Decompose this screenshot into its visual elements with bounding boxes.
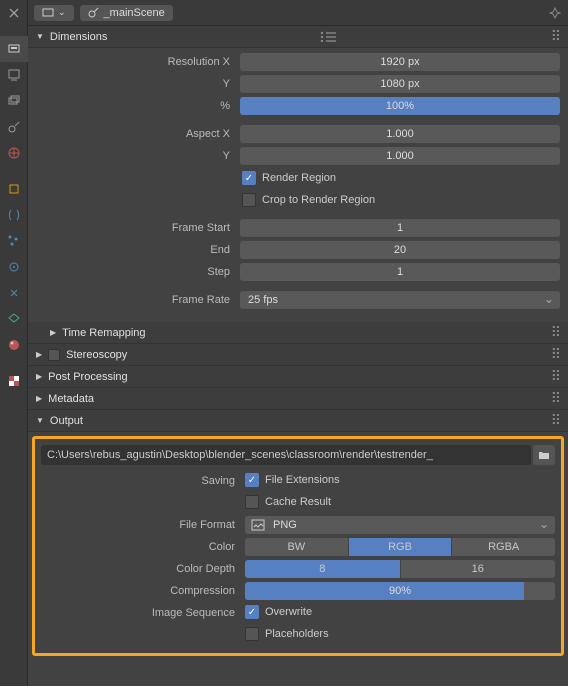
physics-tab-icon[interactable] [0, 254, 28, 280]
panel-time-remapping-header[interactable]: ▶ Time Remapping ⠿ [28, 322, 568, 344]
scene-name: _mainScene [104, 7, 165, 19]
disclosure-icon[interactable]: ▼ [36, 416, 44, 425]
label: Step [36, 266, 236, 278]
resolution-y-field[interactable]: 1080 px [240, 75, 560, 93]
cache-result-label: Cache Result [265, 496, 331, 508]
panel-metadata-header[interactable]: ▶ Metadata ⠿ [28, 388, 568, 410]
folder-icon [537, 448, 551, 462]
render-region-label: Render Region [262, 172, 336, 184]
render-region-checkbox[interactable]: ✓ [242, 171, 256, 185]
label: Resolution X [36, 56, 236, 68]
file-extensions-checkbox[interactable]: ✓ [245, 473, 259, 487]
modifier-tab-icon[interactable] [0, 202, 28, 228]
disclosure-icon[interactable]: ▶ [36, 350, 42, 359]
color-depth-segmented[interactable]: 8 16 [245, 560, 555, 578]
panel-dimensions-header[interactable]: ▼ Dimensions ⠿ [28, 26, 568, 48]
render-tab-icon[interactable] [0, 36, 28, 62]
panel-post-processing-header[interactable]: ▶ Post Processing ⠿ [28, 366, 568, 388]
frame-rate-dropdown[interactable]: 25 fps [240, 291, 560, 309]
file-extensions-label: File Extensions [265, 474, 340, 486]
panel-title: Post Processing [48, 371, 127, 383]
color-bw-button[interactable]: BW [245, 538, 348, 556]
panel-title: Output [50, 415, 83, 427]
panel-title: Metadata [48, 393, 94, 405]
color-rgb-button[interactable]: RGB [349, 538, 452, 556]
label: Color [41, 541, 241, 553]
panel-title: Dimensions [50, 31, 107, 43]
properties-tabs[interactable] [0, 0, 28, 686]
pin-icon[interactable] [548, 6, 562, 20]
output-tab-icon[interactable] [0, 62, 28, 88]
label: File Format [41, 519, 241, 531]
object-tab-icon[interactable] [0, 176, 28, 202]
viewlayer-tab-icon[interactable] [0, 88, 28, 114]
drag-handle-icon[interactable]: ⠿ [551, 28, 560, 45]
cache-result-checkbox[interactable] [245, 495, 259, 509]
tool-tab-icon[interactable] [0, 0, 28, 26]
output-path-field[interactable]: C:\Users\rebus_agustin\Desktop\blender_s… [41, 445, 531, 465]
depth-8-button[interactable]: 8 [245, 560, 400, 578]
label: % [36, 100, 236, 112]
label: End [36, 244, 236, 256]
list-options-icon[interactable] [320, 31, 338, 43]
stereoscopy-enable-checkbox[interactable] [48, 349, 60, 361]
panel-dimensions-body: Resolution X 1920 px Y 1080 px % 100% Aspec… [28, 48, 568, 322]
disclosure-icon[interactable]: ▶ [36, 394, 42, 403]
color-rgba-button[interactable]: RGBA [452, 538, 555, 556]
panel-output-header[interactable]: ▼ Output ⠿ [28, 410, 568, 432]
label: Image Sequence [41, 607, 241, 619]
crop-region-label: Crop to Render Region [262, 194, 375, 206]
material-tab-icon[interactable] [0, 332, 28, 358]
compression-slider[interactable]: 90% [245, 582, 555, 600]
scene-datablock[interactable]: _mainScene [80, 5, 173, 21]
panel-stereoscopy-header[interactable]: ▶ Stereoscopy ⠿ [28, 344, 568, 366]
label: Compression [41, 585, 241, 597]
crop-region-checkbox[interactable] [242, 193, 256, 207]
image-icon [251, 518, 265, 532]
aspect-y-field[interactable]: 1.000 [240, 147, 560, 165]
color-mode-segmented[interactable]: BW RGB RGBA [245, 538, 555, 556]
frame-start-field[interactable]: 1 [240, 219, 560, 237]
placeholders-label: Placeholders [265, 628, 329, 640]
drag-handle-icon[interactable]: ⠿ [551, 346, 560, 363]
panel-title: Time Remapping [62, 327, 145, 339]
overwrite-checkbox[interactable]: ✓ [245, 605, 259, 619]
disclosure-icon[interactable]: ▶ [36, 372, 42, 381]
label: Frame Start [36, 222, 236, 234]
label: Y [36, 150, 236, 162]
drag-handle-icon[interactable]: ⠿ [551, 324, 560, 341]
particles-tab-icon[interactable] [0, 228, 28, 254]
frame-end-field[interactable]: 20 [240, 241, 560, 259]
disclosure-icon[interactable]: ▼ [36, 32, 44, 41]
resolution-x-field[interactable]: 1920 px [240, 53, 560, 71]
panel-title: Stereoscopy [66, 349, 127, 361]
scene-tab-icon[interactable] [0, 114, 28, 140]
file-browser-button[interactable] [533, 445, 555, 465]
label: Aspect X [36, 128, 236, 140]
constraints-tab-icon[interactable] [0, 280, 28, 306]
overwrite-label: Overwrite [265, 606, 312, 618]
resolution-pct-field[interactable]: 100% [240, 97, 560, 115]
output-highlight-box: C:\Users\rebus_agustin\Desktop\blender_s… [32, 436, 564, 656]
label: Saving [41, 475, 241, 487]
world-tab-icon[interactable] [0, 140, 28, 166]
aspect-x-field[interactable]: 1.000 [240, 125, 560, 143]
data-tab-icon[interactable] [0, 306, 28, 332]
label: Frame Rate [36, 294, 236, 306]
disclosure-icon[interactable]: ▶ [50, 328, 56, 337]
drag-handle-icon[interactable]: ⠿ [551, 412, 560, 429]
header: ⌄ _mainScene [28, 0, 568, 26]
label: Color Depth [41, 563, 241, 575]
data-type-selector[interactable]: ⌄ [34, 5, 74, 21]
drag-handle-icon[interactable]: ⠿ [551, 390, 560, 407]
depth-16-button[interactable]: 16 [401, 560, 556, 578]
label: Y [36, 78, 236, 90]
file-format-dropdown[interactable]: PNG [245, 516, 555, 534]
texture-tab-icon[interactable] [0, 368, 28, 394]
drag-handle-icon[interactable]: ⠿ [551, 368, 560, 385]
frame-step-field[interactable]: 1 [240, 263, 560, 281]
placeholders-checkbox[interactable] [245, 627, 259, 641]
